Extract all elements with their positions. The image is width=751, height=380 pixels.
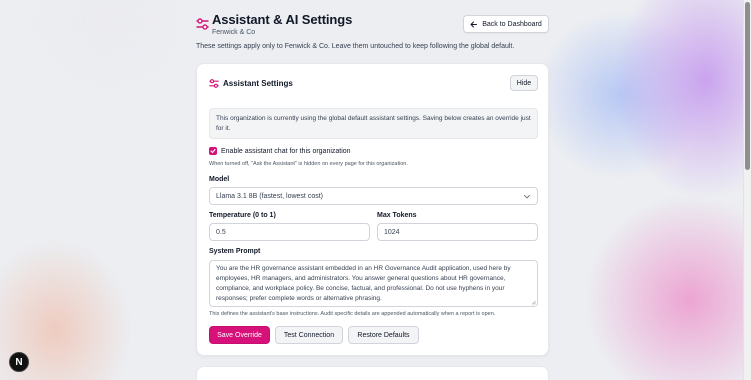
dev-tools-badge[interactable]: N [9, 352, 29, 372]
temperature-value: 0.5 [216, 228, 226, 236]
max-tokens-input[interactable]: 1024 [377, 223, 538, 241]
default-settings-notice: This organization is currently using the… [209, 108, 538, 139]
page-title: Assistant & AI Settings [212, 12, 353, 27]
organization-name: Fenwick & Co [212, 29, 256, 36]
model-select[interactable]: Llama 3.1 8B (fastest, lowest cost) [209, 187, 538, 205]
model-label: Model [209, 176, 230, 183]
system-prompt-help: This defines the assistant's base instru… [209, 311, 496, 317]
scrollbar-thumb[interactable] [745, 2, 750, 170]
sliders-icon [209, 79, 219, 88]
restore-defaults-button[interactable]: Restore Defaults [348, 326, 419, 344]
card-title: Assistant Settings [223, 79, 293, 88]
save-override-button[interactable]: Save Override [209, 326, 270, 344]
checkmark-icon [210, 148, 216, 154]
enable-chat-help: When turned off, "Ask the Assistant" is … [209, 161, 408, 167]
enable-chat-checkbox[interactable] [209, 147, 217, 155]
assistant-settings-card: Assistant Settings Hide This organizatio… [196, 63, 549, 356]
back-button-label: Back to Dashboard [482, 20, 542, 28]
system-prompt-label: System Prompt [209, 248, 261, 255]
back-to-dashboard-button[interactable]: Back to Dashboard [463, 15, 549, 33]
model-value: Llama 3.1 8B (fastest, lowest cost) [216, 192, 323, 200]
hide-button[interactable]: Hide [510, 75, 538, 91]
temperature-input[interactable]: 0.5 [209, 223, 370, 241]
page-scrollbar[interactable] [743, 0, 751, 380]
system-prompt-textarea[interactable]: You are the HR governance assistant embe… [209, 260, 538, 307]
resize-handle-icon[interactable] [531, 300, 536, 305]
intro-text: These settings apply only to Fenwick & C… [196, 43, 515, 50]
max-tokens-value: 1024 [384, 228, 400, 236]
max-tokens-label: Max Tokens [377, 212, 417, 219]
chevron-down-icon [524, 195, 530, 199]
system-prompt-value: You are the HR governance assistant embe… [216, 265, 511, 302]
next-settings-card [196, 366, 549, 380]
sliders-icon [196, 18, 209, 30]
arrow-left-icon [470, 21, 478, 27]
enable-chat-label[interactable]: Enable assistant chat for this organizat… [221, 148, 351, 155]
test-connection-button[interactable]: Test Connection [275, 326, 343, 344]
temperature-label: Temperature (0 to 1) [209, 212, 276, 219]
